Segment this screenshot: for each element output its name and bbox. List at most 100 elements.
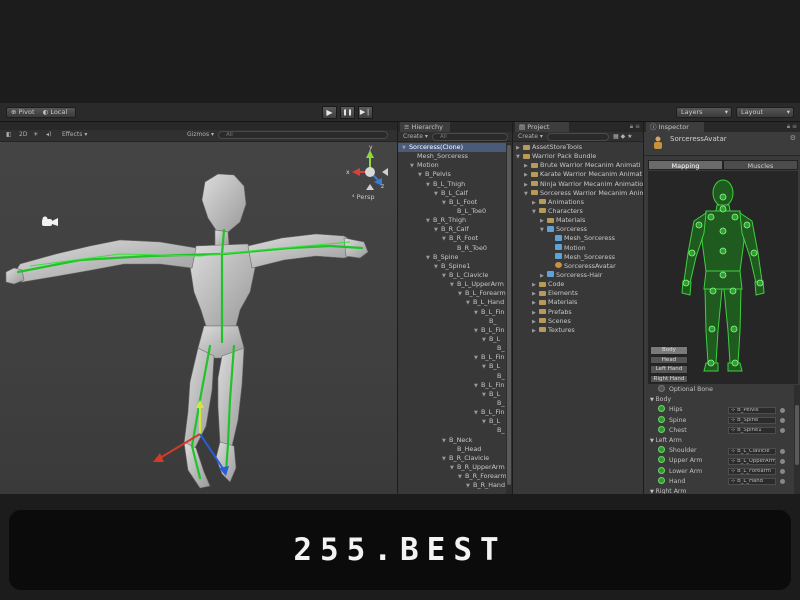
tree-item[interactable]: ▼ B_L_Hand	[398, 298, 512, 307]
tree-item[interactable]: ▼ B_Pelvis	[398, 170, 512, 179]
bone-row[interactable]: Hips ⊹ B_Pelvis	[644, 405, 800, 415]
hierarchy-scrollbar[interactable]	[506, 143, 512, 494]
avatar-body-view[interactable]: Body Head Left Hand Right Hand	[648, 171, 798, 384]
camera-icon[interactable]	[42, 216, 58, 227]
layout-dropdown[interactable]: Layout ▾	[736, 107, 794, 118]
body-button[interactable]: Body	[650, 346, 688, 355]
object-picker-icon[interactable]	[780, 458, 785, 464]
hierarchy-search-input[interactable]: All	[432, 133, 508, 141]
bone-object-field[interactable]: ⊹ B_L_Hand	[728, 478, 776, 486]
tree-item[interactable]: Motion	[513, 244, 643, 253]
2d-toggle[interactable]: 2D	[19, 131, 27, 139]
create-dropdown[interactable]: Create ▾	[403, 133, 428, 141]
object-picker-icon[interactable]	[780, 448, 785, 454]
object-picker-icon[interactable]	[780, 479, 785, 485]
inspector-scrollbar[interactable]	[794, 385, 800, 494]
play-button[interactable]: ▶	[322, 106, 337, 119]
bone-row[interactable]: Spine ⊹ B_Spine	[644, 415, 800, 426]
tree-item[interactable]: ▼ B_L_Calf	[398, 189, 512, 198]
bone-object-field[interactable]: ⊹ B_Spine	[728, 417, 776, 425]
scrollbar-thumb[interactable]	[795, 405, 799, 465]
bone-object-field[interactable]: ⊹ B_L_Clavicle	[728, 447, 776, 455]
bone-row[interactable]: Upper Arm ⊹ B_L_UpperArm	[644, 456, 800, 466]
tree-item[interactable]: ▼ B_R_Clavicle	[398, 454, 512, 463]
tree-item[interactable]: Mesh_Sorceress	[398, 152, 512, 161]
object-picker-icon[interactable]	[780, 469, 785, 474]
tree-item[interactable]: ▶ AssetStoreTools	[513, 143, 643, 152]
shading-icon[interactable]: ◧	[6, 131, 12, 139]
tree-item[interactable]: ▼ B_L_Fin	[398, 353, 512, 362]
tree-item[interactable]: ▶ Code	[513, 280, 643, 289]
effects-dropdown[interactable]: Effects ▾	[62, 131, 87, 139]
tree-item[interactable]: B_L_Toe0	[398, 207, 512, 216]
tree-item[interactable]: B_	[398, 372, 512, 381]
tree-item[interactable]: ▼ B_Neck	[398, 436, 512, 445]
tree-item[interactable]: B_R_Toe0	[398, 244, 512, 253]
tree-item[interactable]: ▼ B_L	[398, 362, 512, 371]
bone-object-field[interactable]: ⊹ B_L_UpperArm	[728, 457, 776, 465]
bone-object-field[interactable]: ⊹ B_L_Forearm	[728, 468, 776, 475]
tree-item[interactable]: B_	[398, 399, 512, 408]
tree-item[interactable]: ▼ B_L	[398, 417, 512, 426]
tree-item[interactable]: ▼ B_L_Fin	[398, 408, 512, 417]
tree-item[interactable]: ▼ B_L_Clavicle	[398, 271, 512, 280]
tree-item[interactable]: B_Head	[398, 445, 512, 454]
collapsed-arrow-icon[interactable]: ▶	[532, 327, 539, 336]
bone-row[interactable]: Lower Arm ⊹ B_L_Forearm	[644, 466, 800, 477]
audio-icon[interactable]: ◂)	[46, 131, 51, 139]
scrollbar-thumb[interactable]	[507, 145, 511, 485]
tree-item[interactable]: ▶ Materials	[513, 216, 643, 225]
tree-item[interactable]: ▼ B_L_Forearm	[398, 289, 512, 298]
gear-icon[interactable]: ⚙	[790, 134, 796, 142]
pause-button[interactable]: ❚❚	[340, 106, 355, 119]
tree-item[interactable]: ▶ Brute Warrior Mecanim Animati	[513, 161, 643, 170]
bone-row[interactable]: Hand ⊹ B_L_Hand	[644, 476, 800, 487]
persp-label[interactable]: ⁴ Persp	[352, 193, 375, 201]
tree-item[interactable]: ▼ B_L_Fin	[398, 308, 512, 317]
tree-item[interactable]: ▼ B_R_Calf	[398, 225, 512, 234]
tree-item[interactable]: ▶ Karate Warrior Mecanim Animat	[513, 170, 643, 179]
tree-item[interactable]: ▼ B_L_UpperArm	[398, 280, 512, 289]
lock-icon[interactable]: 🔒︎ ≡	[787, 123, 797, 131]
scene-search-input[interactable]: All	[218, 131, 388, 139]
tree-item[interactable]: Mesh_Sorceress	[513, 234, 643, 243]
tree-item[interactable]: ▼ B_L_Fin	[398, 326, 512, 335]
bone-row[interactable]: Shoulder ⊹ B_L_Clavicle	[644, 446, 800, 456]
bone-section-header[interactable]: ▼ Body	[644, 395, 800, 405]
object-picker-icon[interactable]	[780, 407, 785, 413]
tree-item[interactable]: ▼ Warrior Pack Bundle	[513, 152, 643, 161]
tree-item[interactable]: ▼ B_L_Foot	[398, 198, 512, 207]
tree-item[interactable]: ▶ Textures	[513, 326, 643, 335]
tree-item[interactable]: B_	[398, 317, 512, 326]
expanded-arrow-icon[interactable]: ▼	[466, 482, 473, 491]
tree-item[interactable]: ▶ Materials	[513, 298, 643, 307]
tree-item[interactable]: ▶ Animations	[513, 198, 643, 207]
tree-item[interactable]: ▼ B_L	[398, 335, 512, 344]
tab-inspector[interactable]: ⓘ Inspector	[646, 122, 704, 132]
tab-mapping[interactable]: Mapping	[648, 160, 723, 170]
tree-item[interactable]: ▼ B_R_UpperArm	[398, 463, 512, 472]
tree-item[interactable]: ▼ Sorceress Warrior Mecanim Anim	[513, 189, 643, 198]
tree-item[interactable]: SorceressAvatar	[513, 262, 643, 271]
tree-item[interactable]: ▼ B_R_Thigh	[398, 216, 512, 225]
bone-object-field[interactable]: ⊹ B_Pelvis	[728, 406, 776, 414]
project-search-input[interactable]	[547, 133, 609, 141]
layers-dropdown[interactable]: Layers ▾	[676, 107, 732, 118]
tab-project[interactable]: ▤ Project	[515, 122, 569, 132]
object-picker-icon[interactable]	[780, 418, 785, 424]
tree-item[interactable]: ▼ B_L_Fin	[398, 381, 512, 390]
tree-item[interactable]: ▼ B_R_Forearm	[398, 472, 512, 481]
lock-icon[interactable]: 🔒︎ ≡	[630, 123, 640, 131]
bone-section-header[interactable]: ▼ Left Arm	[644, 436, 800, 446]
tree-item[interactable]: ▼ B_Spine	[398, 253, 512, 262]
tree-item[interactable]: B_	[398, 344, 512, 353]
left-hand-button[interactable]: Left Hand	[650, 365, 688, 374]
tab-muscles[interactable]: Muscles	[723, 160, 798, 170]
create-dropdown[interactable]: Create ▾	[518, 133, 543, 141]
tree-item[interactable]: ▶ Elements	[513, 289, 643, 298]
tree-item[interactable]: B_	[398, 426, 512, 435]
bone-row[interactable]: Chest ⊹ B_Spine1	[644, 425, 800, 436]
tree-item[interactable]: ▼ Sorceress(Clone)	[398, 143, 512, 153]
tree-item[interactable]: ▶ Prefabs	[513, 308, 643, 317]
filter-icon[interactable]: ▦ ◆ ★	[613, 133, 632, 141]
